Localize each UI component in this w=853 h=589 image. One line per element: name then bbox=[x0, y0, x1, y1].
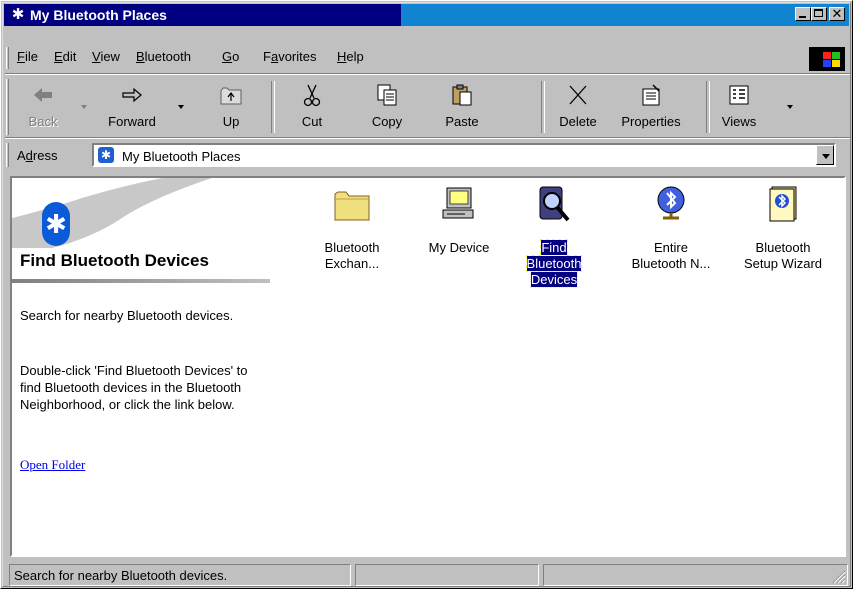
explorer-window: ✱ My Bluetooth Places ✕ File Edit View B… bbox=[0, 0, 853, 589]
paste-icon bbox=[452, 84, 472, 106]
back-dropdown-arrow-icon[interactable] bbox=[81, 105, 87, 109]
folder-view[interactable]: ✱ Find Bluetooth Devices Search for near… bbox=[10, 176, 846, 557]
forward-dropdown-arrow-icon[interactable] bbox=[178, 105, 184, 109]
address-label: Adress bbox=[17, 148, 58, 163]
delete-button[interactable]: Delete bbox=[548, 79, 608, 135]
status-panel-2 bbox=[355, 564, 539, 586]
toolbar-grip[interactable] bbox=[6, 79, 9, 135]
views-dropdown-arrow-icon[interactable] bbox=[787, 105, 793, 109]
panel-details: Double-click 'Find Bluetooth Devices' to… bbox=[20, 363, 248, 412]
panel-divider bbox=[12, 279, 270, 283]
maximize-button[interactable] bbox=[811, 7, 827, 21]
chevron-down-icon bbox=[822, 154, 830, 159]
back-button[interactable]: Back bbox=[13, 79, 73, 135]
copy-icon bbox=[377, 84, 397, 106]
address-grip[interactable] bbox=[6, 143, 9, 167]
properties-icon bbox=[642, 84, 660, 106]
windows-logo-icon bbox=[809, 47, 845, 71]
window-title: My Bluetooth Places bbox=[30, 7, 167, 23]
copy-button[interactable]: Copy bbox=[357, 79, 417, 135]
address-dropdown-button[interactable] bbox=[816, 145, 834, 165]
bluetooth-globe-icon bbox=[657, 186, 685, 220]
menubar-divider bbox=[5, 73, 850, 75]
scissors-icon bbox=[303, 84, 321, 107]
menu-edit[interactable]: Edit bbox=[54, 49, 76, 64]
folder-icon bbox=[334, 191, 370, 221]
paste-button[interactable]: Paste bbox=[432, 79, 492, 135]
resize-grip-icon[interactable] bbox=[832, 570, 846, 584]
menu-bluetooth[interactable]: Bluetooth bbox=[136, 49, 191, 64]
bluetooth-book-icon bbox=[769, 186, 797, 222]
menu-help[interactable]: Help bbox=[337, 49, 364, 64]
menu-file[interactable]: File bbox=[17, 49, 38, 64]
computer-icon bbox=[442, 187, 474, 219]
title-bar[interactable]: ✱ My Bluetooth Places ✕ bbox=[4, 4, 849, 26]
cut-button[interactable]: Cut bbox=[282, 79, 342, 135]
up-folder-icon bbox=[220, 87, 242, 105]
bluetooth-icon: ✱ bbox=[11, 6, 25, 23]
status-panel-3 bbox=[543, 564, 848, 586]
bluetooth-logo-icon: ✱ bbox=[42, 202, 70, 246]
address-field[interactable]: ✱ My Bluetooth Places bbox=[92, 143, 836, 167]
open-folder-link[interactable]: Open Folder bbox=[20, 457, 85, 472]
menu-view[interactable]: View bbox=[92, 49, 120, 64]
properties-button[interactable]: Properties bbox=[613, 79, 689, 135]
menubar-grip[interactable] bbox=[6, 47, 9, 69]
forward-button[interactable]: Forward bbox=[96, 79, 168, 135]
up-button[interactable]: Up bbox=[201, 79, 261, 135]
views-icon bbox=[729, 85, 749, 105]
toolbar-separator bbox=[271, 81, 275, 133]
bluetooth-icon: ✱ bbox=[98, 147, 114, 163]
menu-go[interactable]: Go bbox=[222, 49, 239, 64]
toolbar-separator bbox=[541, 81, 545, 133]
status-text-panel: Search for nearby Bluetooth devices. bbox=[9, 564, 351, 586]
address-value: My Bluetooth Places bbox=[122, 149, 241, 164]
views-button[interactable]: Views bbox=[709, 79, 769, 135]
forward-arrow-icon bbox=[122, 87, 142, 103]
toolbar-divider bbox=[5, 137, 850, 139]
panel-title: Find Bluetooth Devices bbox=[20, 251, 209, 270]
panel-description: Search for nearby Bluetooth devices. bbox=[20, 308, 234, 323]
web-view-panel: ✱ Find Bluetooth Devices Search for near… bbox=[12, 178, 274, 555]
minimize-button[interactable] bbox=[795, 7, 811, 21]
menu-favorites[interactable]: Favorites bbox=[263, 49, 316, 64]
delete-x-icon bbox=[569, 85, 587, 105]
status-bar: Search for nearby Bluetooth devices. bbox=[5, 564, 850, 586]
back-arrow-icon bbox=[34, 88, 52, 102]
close-button[interactable]: ✕ bbox=[829, 7, 845, 21]
magnifier-icon bbox=[539, 186, 570, 222]
